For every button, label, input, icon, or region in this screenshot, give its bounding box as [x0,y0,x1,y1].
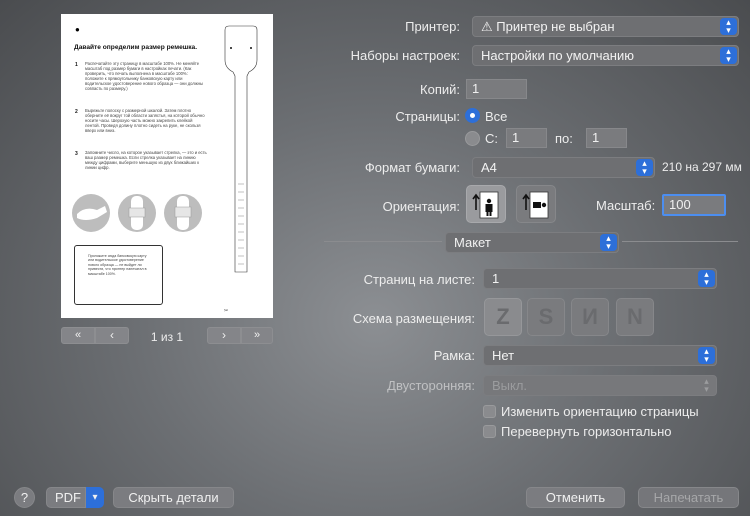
pages-to-label: по: [555,131,573,146]
pdf-label: PDF [55,490,81,505]
print-button[interactable]: Напечатать [638,487,739,508]
prev-page-icon: ‹ [110,328,114,342]
scale-value: 100 [669,197,691,212]
help-icon: ? [20,490,29,505]
pages-per-sheet-value: 1 [492,271,500,286]
card-note: Приложите сюда банковскую карту или води… [88,254,147,276]
next-page-icon: › [222,328,226,342]
portrait-orientation-button[interactable] [466,185,506,223]
apple-logo-icon: ● [75,25,80,34]
layout-s-button[interactable]: S [527,298,565,336]
paper-popup[interactable]: A4 ▴ ▾ [472,157,655,178]
copies-field[interactable]: 1 [466,79,527,99]
flip-horizontal-label: Перевернуть горизонтально [501,424,672,439]
pdf-menu-button[interactable]: ▾ [86,487,104,508]
layout-n-icon: N [627,304,643,329]
cancel-button[interactable]: Отменить [526,487,625,508]
hide-details-label: Скрыть детали [128,490,219,505]
landscape-orientation-button[interactable] [516,185,556,223]
prev-page-button[interactable]: ‹ [95,327,129,344]
pdf-button[interactable]: PDF [46,487,86,508]
pages-from-value: 1 [512,130,520,145]
chevron-updown-icon: ▴ ▾ [720,18,737,35]
pages-label: Страницы: [395,109,460,124]
section-divider-right [622,241,738,242]
wrist-illustrations [72,194,202,232]
presets-label: Наборы настроек: [350,48,460,63]
step-number: 1 [75,62,78,68]
landscape-icon [522,191,549,219]
paper-size-text: 210 на 297 мм [662,160,742,174]
hide-details-button[interactable]: Скрыть детали [113,487,234,508]
last-page-icon: » [253,329,261,341]
step-number: 3 [75,151,78,157]
chevron-updown-icon: ▴ ▾ [600,234,617,251]
svg-text:✂: ✂ [224,308,228,314]
section-divider-left [324,241,442,242]
pages-per-sheet-popup[interactable]: 1 ▴ ▾ [483,268,717,289]
pages-all-radio[interactable] [465,108,480,123]
border-label: Рамка: [433,348,475,363]
pages-all-label: Все [485,109,508,124]
printer-value: ⚠ Принтер не выбран [481,19,615,34]
scale-field[interactable]: 100 [662,194,726,216]
flip-horizontal-checkbox[interactable] [483,425,496,438]
layout-n-button[interactable]: N [616,298,654,336]
paper-value: A4 [481,160,497,175]
scale-label: Масштаб: [596,198,656,213]
pages-per-sheet-label: Страниц на листе: [363,272,475,287]
duplex-popup[interactable]: Выкл. ▴ ▾ [483,375,717,396]
pages-to-field[interactable]: 1 [586,128,627,148]
presets-value: Настройки по умолчанию [481,48,634,63]
help-button[interactable]: ? [14,487,35,508]
section-popup[interactable]: Макет ▴ ▾ [445,232,619,253]
layout-direction-label: Схема размещения: [352,311,475,326]
chevron-updown-icon: ▴ ▾ [698,347,715,364]
preview-step-2: Вырежьте полоску с размерной шкалой. Зат… [85,108,205,133]
border-value: Нет [492,348,515,363]
copies-label: Копий: [420,82,460,97]
layout-z-icon: Z [496,304,510,329]
portrait-icon [472,191,499,219]
paper-label: Формат бумаги: [364,160,460,175]
chevron-down-icon: ▾ [92,492,98,503]
duplex-label: Двусторонняя: [387,378,475,393]
orientation-label: Ориентация: [382,199,460,214]
layout-i-button[interactable]: И [571,298,609,336]
preview-step-1: Распечатайте эту страницу в масштабе 100… [85,61,203,91]
strap-cutout: ✂ [224,25,258,314]
step-number: 2 [75,109,78,115]
preview-step-3: Запомните число, на которое указывает ст… [85,150,207,170]
pages-from-field[interactable]: 1 [506,128,547,148]
chevron-updown-icon: ▴ ▾ [636,159,653,176]
pages-from-label: С: [485,131,498,146]
chevron-updown-icon: ▴ ▾ [704,376,709,394]
presets-popup[interactable]: Настройки по умолчанию ▴ ▾ [472,45,739,66]
section-value: Макет [454,235,491,250]
printer-label: Принтер: [405,19,460,34]
cancel-label: Отменить [545,490,606,505]
pages-to-value: 1 [592,130,600,145]
layout-i-icon: И [582,304,598,329]
chevron-updown-icon: ▴ ▾ [698,270,715,287]
reverse-orientation-label: Изменить ориентацию страницы [501,404,699,419]
reverse-orientation-checkbox[interactable] [483,405,496,418]
first-page-button[interactable]: « [61,327,95,344]
first-page-icon: « [74,329,82,341]
duplex-value: Выкл. [492,378,528,393]
page-counter: 1 из 1 [150,330,184,344]
border-popup[interactable]: Нет ▴ ▾ [483,345,717,366]
pages-range-radio[interactable] [465,131,480,146]
page-preview: ● Давайте определим размер ремешка. 1 Ра… [61,14,273,318]
layout-s-icon: S [538,304,554,329]
printer-popup[interactable]: ⚠ Принтер не выбран ▴ ▾ [472,16,739,37]
copies-value: 1 [472,81,480,96]
last-page-button[interactable]: » [241,327,273,344]
preview-title: Давайте определим размер ремешка. [74,44,198,51]
layout-z-button[interactable]: Z [484,298,522,336]
print-label: Напечатать [653,490,724,505]
next-page-button[interactable]: › [207,327,241,344]
chevron-updown-icon: ▴ ▾ [720,47,737,64]
